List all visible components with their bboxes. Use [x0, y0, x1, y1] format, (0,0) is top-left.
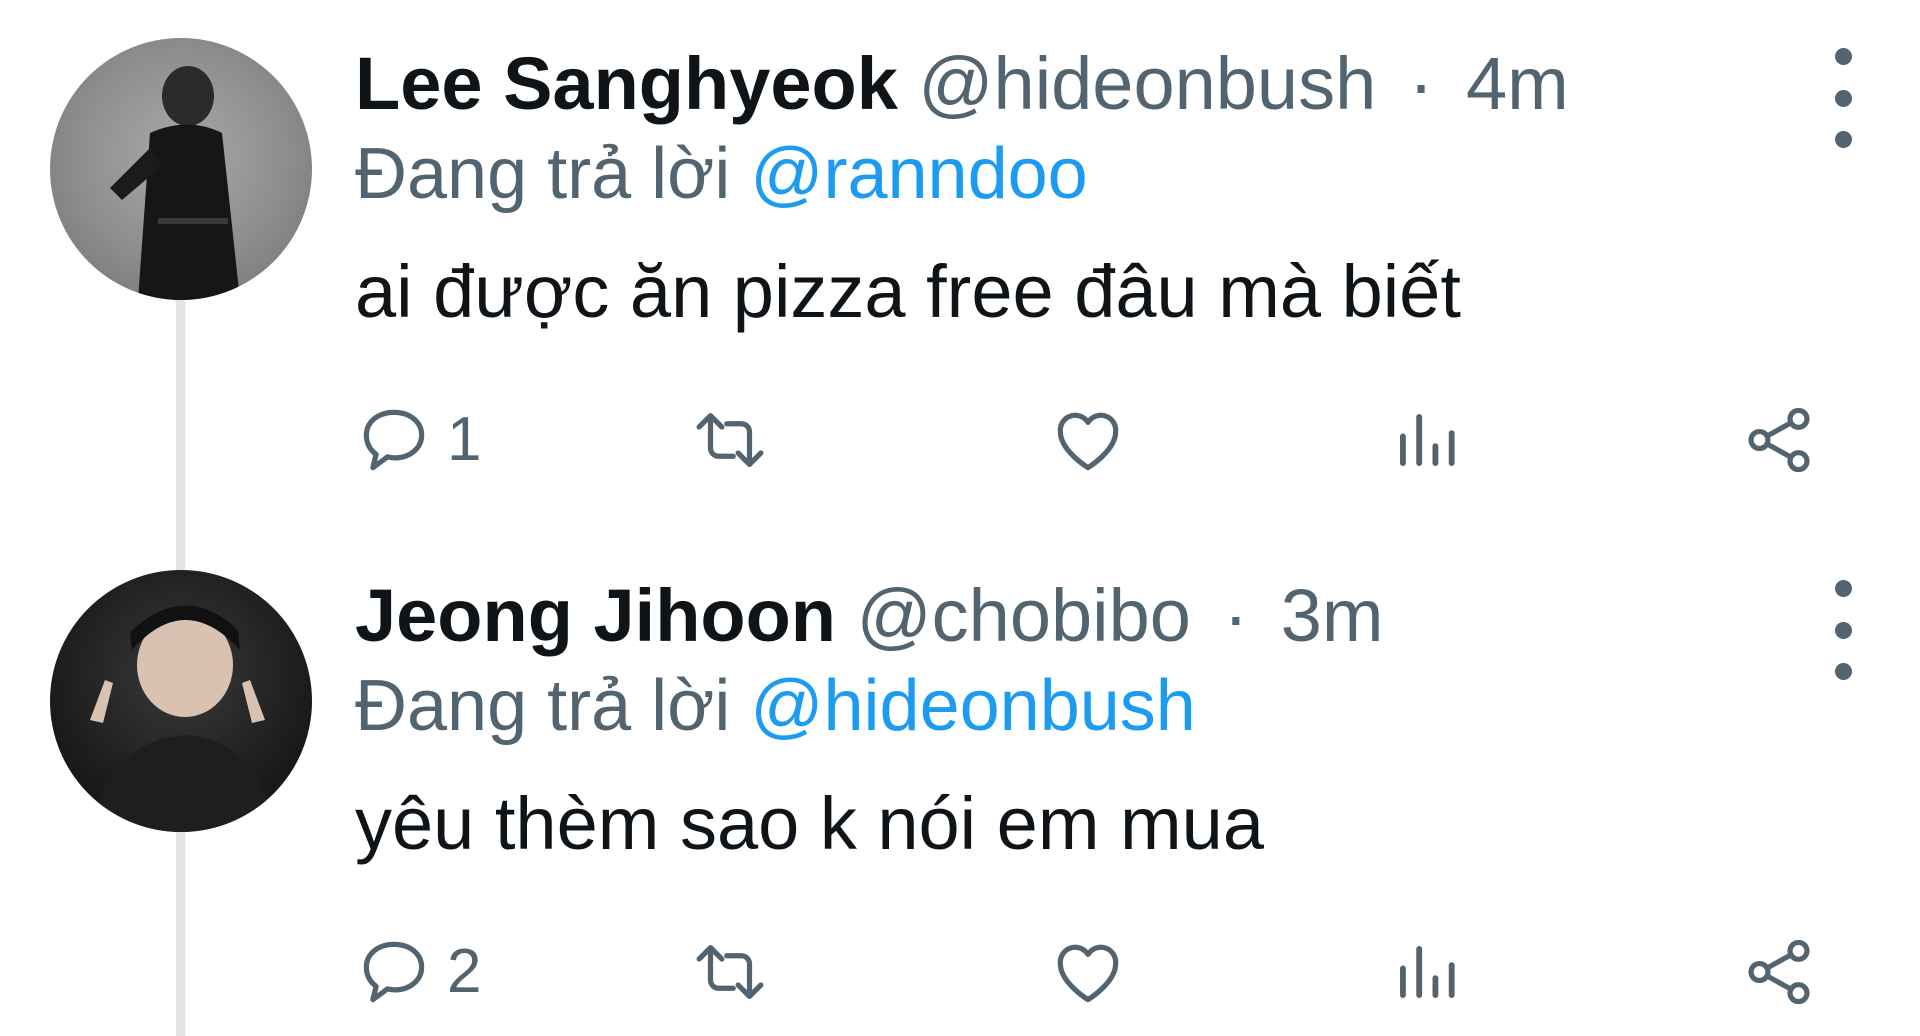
- replying-to: Đang trả lời @hideonbush: [355, 664, 1196, 748]
- views-button[interactable]: [1387, 927, 1465, 1017]
- retweet-button[interactable]: [691, 927, 769, 1017]
- tweet-text: ai được ăn pizza free đâu mà biết: [355, 250, 1461, 333]
- retweet-arrows-icon: [696, 413, 764, 467]
- share-button[interactable]: [1740, 395, 1818, 485]
- replying-to-label: Đang trả lời: [355, 134, 731, 214]
- tweet-actions: 1: [355, 395, 1835, 485]
- replying-to: Đang trả lời @ranndoo: [355, 132, 1088, 216]
- tweet-timestamp[interactable]: 3m: [1281, 574, 1384, 657]
- author-name[interactable]: Jeong Jihoon: [355, 574, 836, 657]
- reply-button[interactable]: 1: [355, 395, 481, 485]
- reply-mention-link[interactable]: @ranndoo: [750, 134, 1087, 214]
- reply-mention-link[interactable]: @hideonbush: [750, 666, 1195, 746]
- dot: [1834, 663, 1852, 680]
- bar-chart-icon: [1400, 946, 1455, 998]
- views-button[interactable]: [1387, 395, 1465, 485]
- author-handle[interactable]: @hideonbush: [918, 42, 1376, 125]
- avatar[interactable]: [50, 570, 312, 832]
- share-nodes-icon: [1748, 939, 1810, 1005]
- bar-chart-icon: [1400, 414, 1455, 466]
- tweet-header: Jeong Jihoon @chobibo · 3m: [355, 574, 1384, 658]
- share-nodes-icon: [1748, 407, 1810, 473]
- like-button[interactable]: [1049, 927, 1127, 1017]
- avatar-photo-icon: [90, 605, 275, 832]
- tweet-text: yêu thèm sao k nói em mua: [355, 782, 1264, 865]
- tweet-thread: Lee Sanghyeok @hideonbush · 4m Đang trả …: [0, 0, 1920, 1036]
- replying-to-label: Đang trả lời: [355, 666, 731, 746]
- separator-dot: ·: [1408, 42, 1434, 125]
- tweet-header: Lee Sanghyeok @hideonbush · 4m: [355, 42, 1569, 126]
- dot: [1834, 48, 1852, 65]
- retweet-button[interactable]: [691, 395, 769, 485]
- more-options-button[interactable]: [1815, 580, 1871, 680]
- dot: [1834, 131, 1852, 148]
- like-button[interactable]: [1049, 395, 1127, 485]
- separator-dot: ·: [1223, 574, 1249, 657]
- retweet-arrows-icon: [696, 945, 764, 999]
- dot: [1834, 580, 1852, 597]
- reply-count: 1: [447, 405, 482, 474]
- reply-button[interactable]: 2: [355, 927, 481, 1017]
- more-options-button[interactable]: [1815, 48, 1871, 148]
- avatar-photo-icon: [110, 66, 240, 300]
- heart-icon: [1057, 412, 1119, 471]
- share-button[interactable]: [1740, 927, 1818, 1017]
- reply-count: 2: [447, 937, 482, 1006]
- author-handle[interactable]: @chobibo: [857, 574, 1191, 657]
- tweet-actions: 2: [355, 927, 1835, 1017]
- author-name[interactable]: Lee Sanghyeok: [355, 42, 898, 125]
- dot: [1834, 621, 1852, 639]
- speech-bubble-icon: [363, 409, 425, 471]
- tweet-timestamp[interactable]: 4m: [1466, 42, 1569, 125]
- dot: [1834, 89, 1852, 107]
- avatar[interactable]: [50, 38, 312, 300]
- heart-icon: [1057, 944, 1119, 1003]
- speech-bubble-icon: [363, 941, 425, 1003]
